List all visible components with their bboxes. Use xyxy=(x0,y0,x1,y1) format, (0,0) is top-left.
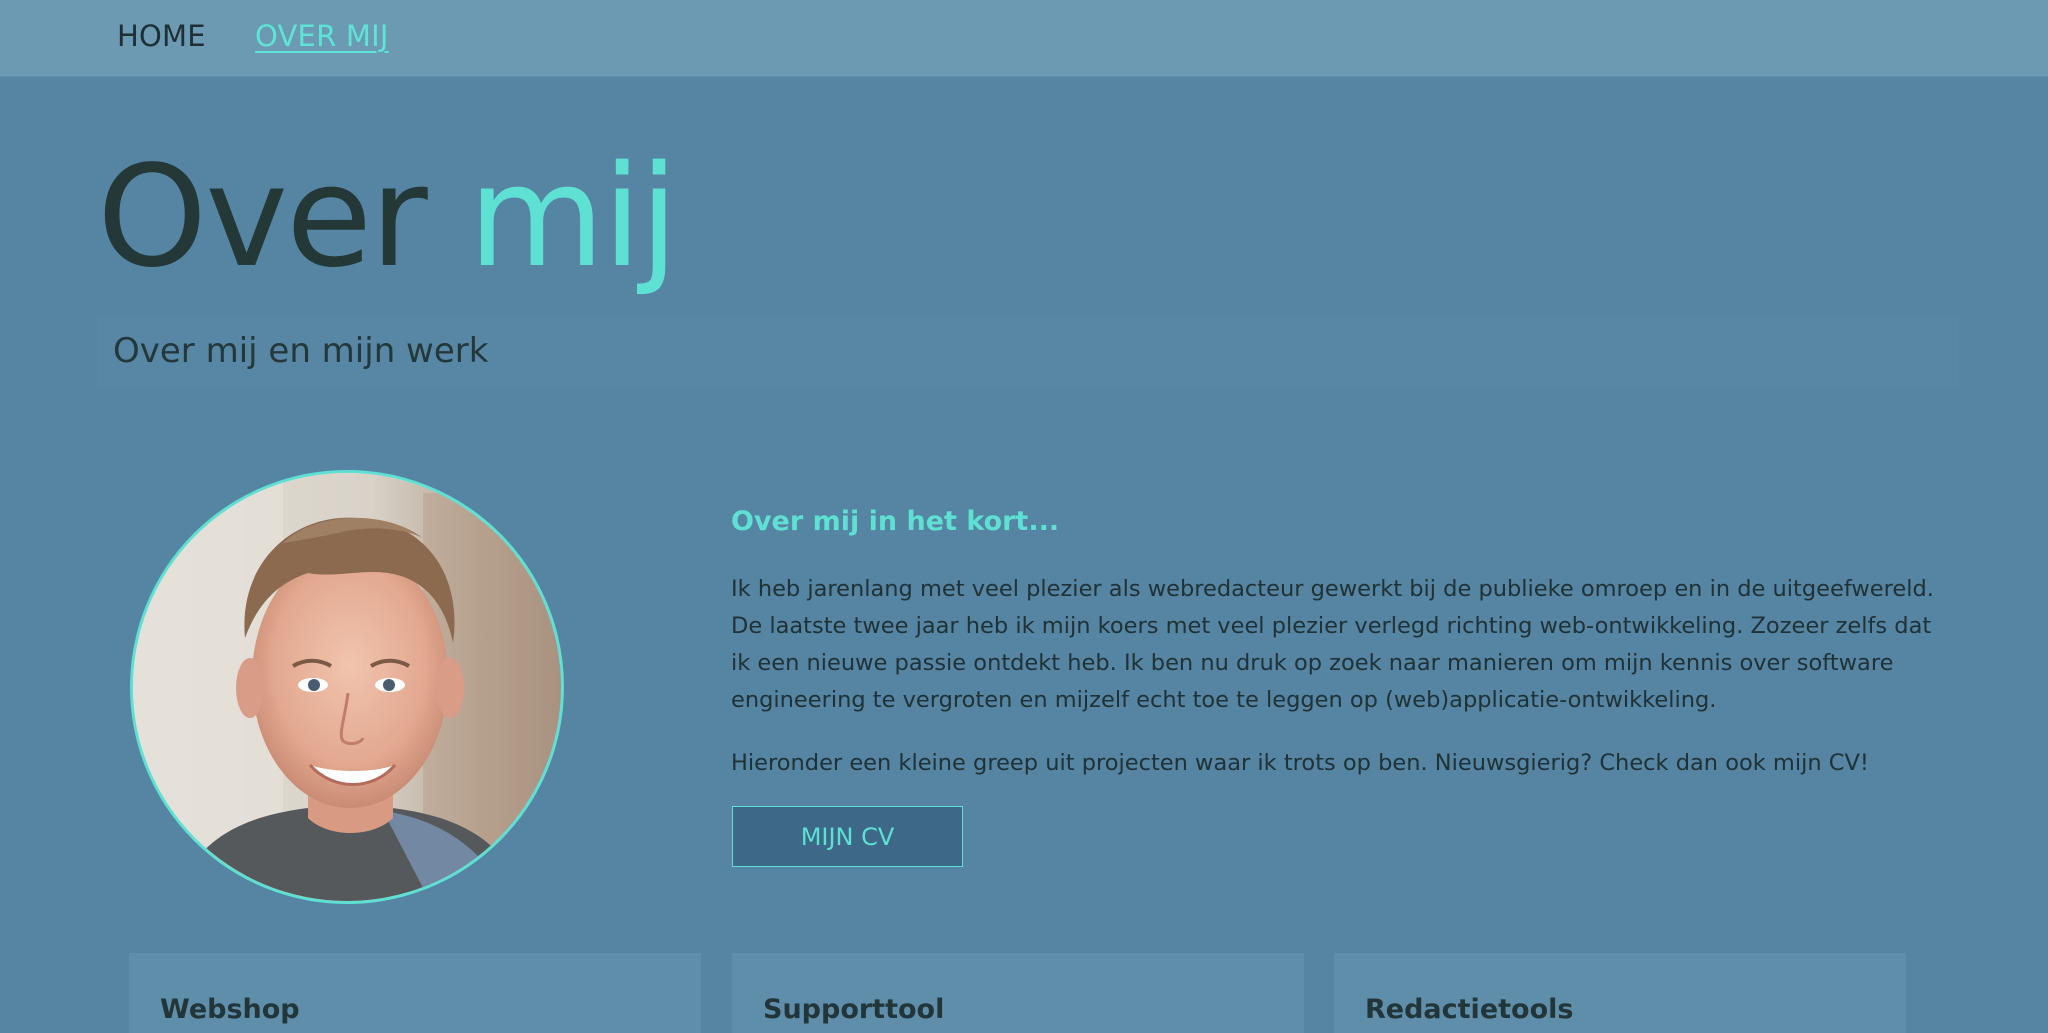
project-card-title: Redactietools xyxy=(1365,994,1574,1025)
page-title-part-1: Over xyxy=(97,136,469,299)
page-title-part-2: mij xyxy=(468,136,678,299)
project-card-supporttool[interactable]: Supporttool xyxy=(732,953,1304,1033)
project-card-title: Webshop xyxy=(160,994,300,1025)
project-card-redactietools[interactable]: Redactietools xyxy=(1334,953,1906,1033)
cv-button[interactable]: MIJN CV xyxy=(732,806,963,867)
project-card-webshop[interactable]: Webshop xyxy=(129,953,701,1033)
page-title: Over mij xyxy=(97,128,678,308)
about-heading: Over mij in het kort... xyxy=(731,506,1060,537)
subtitle-band: Over mij en mijn werk xyxy=(97,316,1959,388)
about-paragraph-2: Hieronder een kleine greep uit projecten… xyxy=(731,750,1869,776)
profile-photo xyxy=(130,470,564,904)
nav-link-home[interactable]: HOME xyxy=(117,18,206,54)
project-card-title: Supporttool xyxy=(763,994,945,1025)
top-navigation: HOME OVER MIJ xyxy=(0,0,2048,77)
about-paragraph-1: Ik heb jarenlang met veel plezier als we… xyxy=(731,576,1934,713)
profile-photo-icon xyxy=(133,473,561,901)
nav-link-over-mij[interactable]: OVER MIJ xyxy=(255,18,389,54)
page-subtitle: Over mij en mijn werk xyxy=(113,331,489,371)
